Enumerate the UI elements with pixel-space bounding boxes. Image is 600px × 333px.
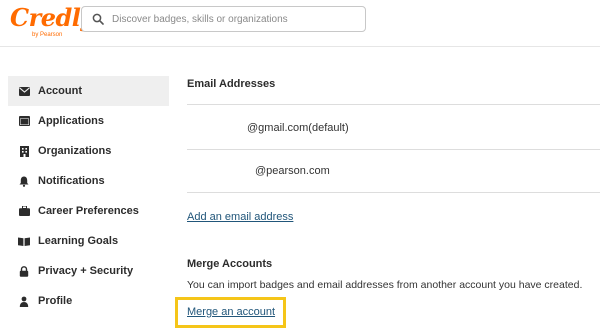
merge-accounts-heading: Merge Accounts <box>187 258 273 270</box>
sidebar-item-notifications[interactable]: Notifications <box>8 166 169 196</box>
settings-sidebar: Account Applications Organizations Notif… <box>8 76 169 316</box>
sidebar-item-label: Notifications <box>38 175 105 187</box>
envelope-icon <box>18 85 30 97</box>
search-input[interactable] <box>112 10 360 28</box>
lock-icon <box>18 265 30 277</box>
sidebar-item-privacy-security[interactable]: Privacy + Security <box>8 256 169 286</box>
divider <box>187 149 600 150</box>
credly-logo[interactable]: Credly by Pearson <box>10 4 94 42</box>
sidebar-item-account[interactable]: Account <box>8 76 169 106</box>
top-header: Credly by Pearson <box>0 0 600 47</box>
sidebar-item-profile[interactable]: Profile <box>8 286 169 316</box>
sidebar-item-label: Privacy + Security <box>38 265 134 277</box>
merge-link-highlight <box>175 297 286 328</box>
search-icon <box>92 13 104 25</box>
sidebar-item-label: Learning Goals <box>38 235 119 247</box>
sidebar-item-label: Profile <box>38 295 73 307</box>
logo-byline: by Pearson <box>32 32 63 38</box>
bell-icon <box>18 175 30 187</box>
sidebar-item-label: Account <box>38 85 82 97</box>
sidebar-item-career-preferences[interactable]: Career Preferences <box>8 196 169 226</box>
sidebar-item-label: Career Preferences <box>38 205 139 217</box>
email-addresses-heading: Email Addresses <box>187 78 276 90</box>
sidebar-item-organizations[interactable]: Organizations <box>8 136 169 166</box>
add-email-link[interactable]: Add an email address <box>187 211 293 223</box>
window-icon <box>18 115 30 127</box>
briefcase-icon <box>18 205 30 217</box>
user-icon <box>18 295 30 307</box>
building-icon <box>18 145 30 157</box>
book-icon <box>18 235 30 247</box>
merge-accounts-description: You can import badges and email addresse… <box>187 279 583 291</box>
divider <box>187 104 600 105</box>
sidebar-item-label: Organizations <box>38 145 112 157</box>
sidebar-item-label: Applications <box>38 115 105 127</box>
sidebar-item-applications[interactable]: Applications <box>8 106 169 136</box>
email-address-default: @gmail.com(default) <box>247 122 349 134</box>
divider <box>187 192 600 193</box>
sidebar-item-learning-goals[interactable]: Learning Goals <box>8 226 169 256</box>
email-address-secondary: @pearson.com <box>255 165 330 177</box>
search-box[interactable] <box>81 6 366 32</box>
